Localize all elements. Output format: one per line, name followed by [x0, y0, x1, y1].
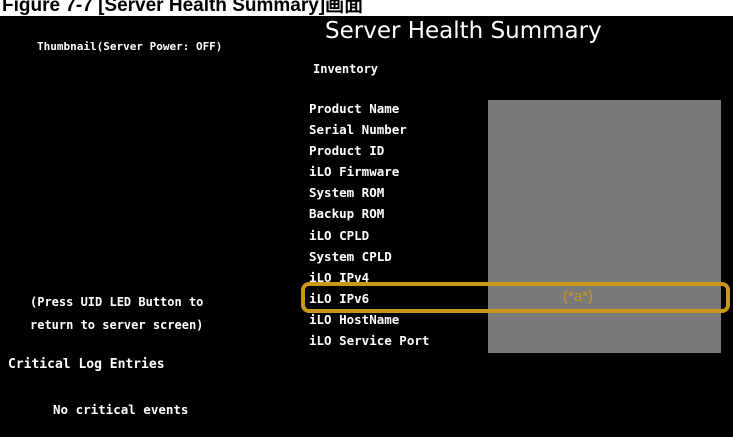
- inventory-item-backup-rom: Backup ROM: [309, 206, 385, 222]
- critical-log-heading: Critical Log Entries: [8, 357, 165, 372]
- inventory-item-ilo-service-port: iLO Service Port: [309, 333, 430, 349]
- inventory-item-system-cpld: System CPLD: [309, 248, 392, 264]
- page-title: Server Health Summary: [325, 18, 602, 44]
- highlight-frame: [301, 282, 730, 313]
- inventory-item-serial-number: Serial Number: [309, 122, 407, 138]
- inventory-heading: Inventory: [313, 62, 379, 76]
- inventory-item-ilo-cpld: iLO CPLD: [309, 227, 370, 243]
- inventory-item-ilo-firmware: iLO Firmware: [309, 164, 400, 180]
- inventory-item-product-id: Product ID: [309, 143, 385, 159]
- thumbnail-label: Thumbnail(Server Power: OFF): [37, 40, 223, 53]
- uid-instruction-line1: (Press UID LED Button to: [30, 295, 204, 309]
- uid-instruction-line2: return to server screen): [30, 318, 204, 332]
- uid-instruction: (Press UID LED Button to return to serve…: [30, 291, 203, 337]
- inventory-list: Product Name Serial Number Product ID iL…: [309, 98, 429, 351]
- inventory-item-system-rom: System ROM: [309, 185, 385, 201]
- figure-caption: Figure 7-7 [Server Health Summary]画面: [0, 0, 733, 16]
- redacted-values-panel: [488, 100, 721, 353]
- highlight-note: (*a*): [563, 288, 594, 305]
- inventory-item-product-name: Product Name: [309, 101, 400, 116]
- critical-log-status: No critical events: [53, 402, 189, 417]
